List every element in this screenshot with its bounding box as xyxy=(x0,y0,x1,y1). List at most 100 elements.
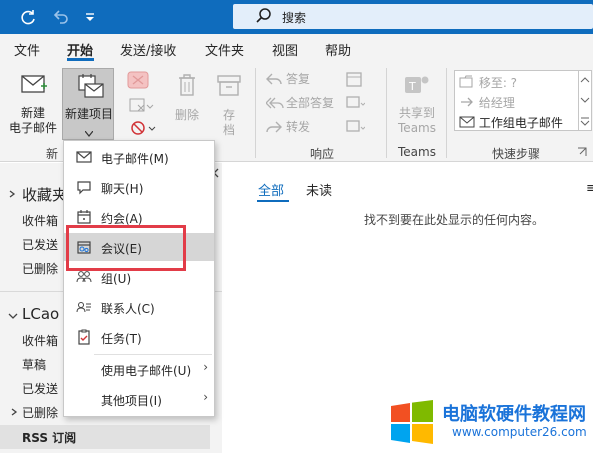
chevron-down-icon xyxy=(84,126,94,140)
tab-unread[interactable]: 未读 xyxy=(306,180,332,199)
undo-icon[interactable] xyxy=(50,7,70,27)
ribbon-separator xyxy=(255,68,256,158)
tab-folder[interactable]: 文件夹 xyxy=(205,40,244,59)
group-label-new: 新 xyxy=(46,147,59,161)
menu-item-group-label: 组(U) xyxy=(101,272,132,286)
watermark-title: 电脑软硬件教程网 xyxy=(442,404,586,425)
watermark: 电脑软硬件教程网 www.computer26.com xyxy=(387,394,593,450)
envelope-icon xyxy=(20,72,48,99)
search-box[interactable]: 搜索 xyxy=(233,4,593,29)
expand-arrow-icon[interactable] xyxy=(8,188,18,202)
tab-all[interactable]: 全部 xyxy=(258,180,284,199)
group-label-quick-steps: 快速步骤 xyxy=(492,147,541,161)
mail-icon xyxy=(76,149,92,165)
new-item-label: 新建项目 xyxy=(64,107,113,121)
quick-steps-scroll-up[interactable] xyxy=(578,71,592,91)
expand-arrow-icon[interactable] xyxy=(10,406,18,420)
ignore-icon[interactable] xyxy=(126,70,152,95)
forward-label: 转发 xyxy=(286,120,311,134)
chevron-right-icon: › xyxy=(203,390,208,404)
junk-icon[interactable] xyxy=(128,118,158,141)
menu-item-other-label: 其他项目(I) xyxy=(101,394,162,408)
calendar-icon xyxy=(76,209,92,225)
nav-account-deleted[interactable]: 已删除 xyxy=(22,404,58,421)
quick-step-team-email[interactable]: 工作组电子邮件 xyxy=(459,114,563,132)
highlight-annotation xyxy=(66,225,186,271)
empty-message: 找不到要在此处显示的任何内容。 xyxy=(364,213,545,227)
menu-item-chat[interactable]: 聊天(H) xyxy=(64,173,214,201)
menu-item-other[interactable]: 其他项目(I) › xyxy=(64,385,214,413)
archive-label: 存 档 xyxy=(222,108,235,137)
quick-step-to-manager[interactable]: 给经理 xyxy=(459,94,515,112)
chat-icon xyxy=(76,179,92,195)
nav-sent[interactable]: 已发送 xyxy=(22,236,58,253)
search-placeholder: 搜索 xyxy=(282,11,307,25)
reply-all-label: 全部答复 xyxy=(286,96,335,110)
share-to-teams-button[interactable]: T 共享到 Teams xyxy=(393,68,441,140)
tab-view[interactable]: 视图 xyxy=(272,40,298,59)
forward-button[interactable]: 转发 xyxy=(266,118,336,138)
quick-steps-expand[interactable] xyxy=(578,111,592,131)
new-item-menu: 电子邮件(M) 聊天(H) 约会(A) 会议(E) 组(U) 联系人(C) 任务… xyxy=(63,140,215,417)
expand-arrow-icon[interactable] xyxy=(8,310,18,324)
more-respond-icon[interactable] xyxy=(345,119,366,140)
watermark-url: www.computer26.com xyxy=(452,425,587,439)
dialog-launcher-icon[interactable] xyxy=(576,146,588,161)
task-icon xyxy=(76,329,92,345)
trash-icon xyxy=(176,72,198,101)
customize-quick-access-icon[interactable] xyxy=(80,7,100,27)
svg-text:T: T xyxy=(408,80,416,93)
meeting-reply-icon[interactable] xyxy=(345,70,365,93)
quick-steps-gallery[interactable]: 移至: ? 给经理 工作组电子邮件 xyxy=(454,70,592,131)
nav-rss-row[interactable]: RSS 订阅 xyxy=(0,425,210,449)
archive-button[interactable]: 存 档 xyxy=(214,68,244,140)
windows-logo-icon xyxy=(389,400,435,447)
quick-step-move-to-label: 移至: ? xyxy=(478,76,518,90)
quick-step-move-to[interactable]: 移至: ? xyxy=(459,74,517,92)
nav-account-inbox[interactable]: 收件箱 xyxy=(22,332,58,349)
reply-all-icon xyxy=(265,96,284,113)
tab-help[interactable]: 帮助 xyxy=(325,40,351,59)
new-item-icon xyxy=(75,73,105,104)
envelope-icon xyxy=(459,115,475,132)
new-email-label: 新建 电子邮件 xyxy=(8,106,57,135)
new-email-button[interactable]: 新建 电子邮件 xyxy=(6,68,60,140)
menu-item-use-email-label: 使用电子邮件(U) xyxy=(101,364,192,378)
teams-icon: T xyxy=(403,72,431,101)
tab-file[interactable]: 文件 xyxy=(14,40,40,59)
nav-account[interactable]: LCao xyxy=(22,305,59,323)
sync-icon[interactable] xyxy=(18,7,38,27)
menu-item-email[interactable]: 电子邮件(M) xyxy=(64,143,214,171)
reply-all-button[interactable]: 全部答复 xyxy=(265,94,342,114)
filter-icon[interactable]: ≡ xyxy=(586,181,593,196)
tab-home[interactable]: 开始 xyxy=(67,40,93,59)
arrow-right-icon xyxy=(459,95,475,112)
new-item-button[interactable]: 新建项目 xyxy=(62,68,114,140)
menu-item-task[interactable]: 任务(T) xyxy=(64,323,214,351)
nav-drafts[interactable]: 草稿 xyxy=(22,356,46,373)
share-to-teams-label: 共享到 Teams xyxy=(398,106,436,135)
quick-steps-scroll-down[interactable] xyxy=(578,91,592,111)
nav-favorites[interactable]: 收藏夹 xyxy=(22,184,67,205)
group-icon xyxy=(76,269,92,285)
menu-item-chat-label: 聊天(H) xyxy=(101,182,144,196)
search-icon xyxy=(255,7,273,28)
reply-button[interactable]: 答复 xyxy=(266,70,336,90)
delete-button[interactable]: 删除 xyxy=(172,68,202,128)
im-reply-icon[interactable] xyxy=(345,95,366,116)
quick-step-team-email-label: 工作组电子邮件 xyxy=(478,116,563,130)
ribbon-separator xyxy=(386,68,387,158)
menu-item-contact-label: 联系人(C) xyxy=(101,302,155,316)
active-list-tab-indicator xyxy=(257,200,289,202)
menu-item-task-label: 任务(T) xyxy=(101,332,142,346)
tab-send-receive[interactable]: 发送/接收 xyxy=(120,40,176,59)
clean-up-icon[interactable] xyxy=(128,96,154,119)
active-tab-indicator xyxy=(67,58,94,61)
nav-rss: RSS 订阅 xyxy=(22,431,77,445)
nav-deleted[interactable]: 已删除 xyxy=(22,260,58,277)
quick-step-to-manager-label: 给经理 xyxy=(478,96,515,110)
menu-item-use-email[interactable]: 使用电子邮件(U) › xyxy=(64,355,214,383)
nav-inbox[interactable]: 收件箱 xyxy=(22,212,58,229)
menu-item-contact[interactable]: 联系人(C) xyxy=(64,293,214,321)
nav-account-sent[interactable]: 已发送 xyxy=(22,380,58,397)
